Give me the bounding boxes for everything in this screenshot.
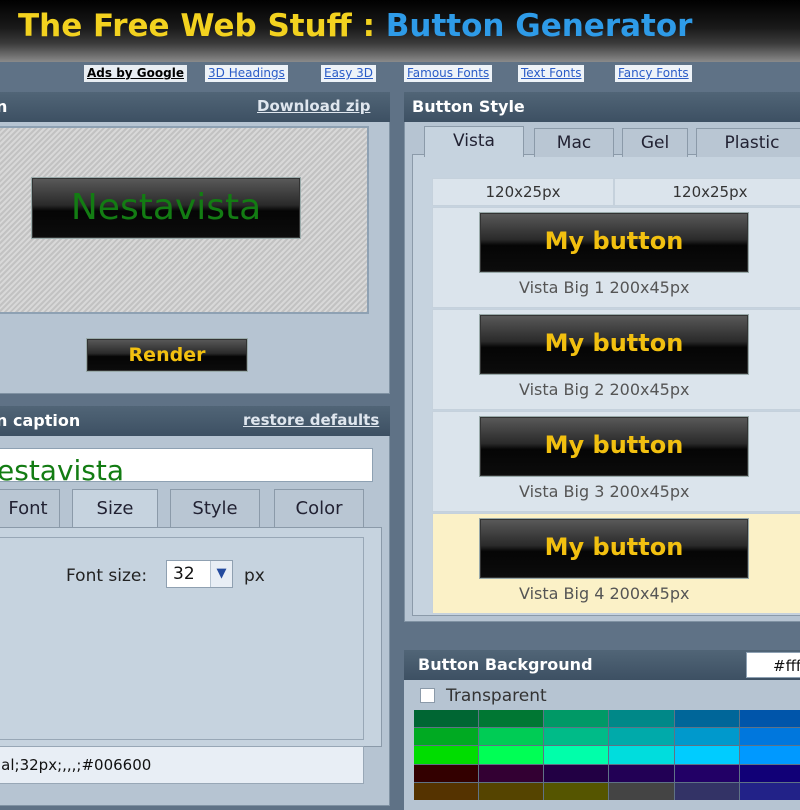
style-option-vista-big-1[interactable]: My button Vista Big 1 200x45px bbox=[432, 207, 800, 308]
tab-color[interactable]: Color bbox=[274, 489, 364, 528]
color-swatch[interactable] bbox=[414, 710, 479, 728]
color-swatch[interactable] bbox=[739, 710, 800, 728]
font-size-select[interactable]: 32 ▼ bbox=[166, 560, 233, 588]
tab-style[interactable]: Style bbox=[170, 489, 260, 528]
color-swatch[interactable] bbox=[544, 710, 609, 728]
style-option-vista-big-4[interactable]: My button Vista Big 4 200x45px bbox=[432, 513, 800, 614]
color-swatch[interactable] bbox=[414, 782, 479, 800]
button-background-header: Button Background bbox=[404, 650, 800, 680]
px-unit-label: px bbox=[244, 566, 265, 586]
tab-plastic[interactable]: Plastic bbox=[696, 128, 800, 157]
color-swatch[interactable] bbox=[479, 710, 544, 728]
sample-button: My button bbox=[479, 212, 749, 273]
site-title: The Free Web Stuff : Button Generator bbox=[18, 8, 692, 44]
ads-by-google-link[interactable]: Ads by Google bbox=[84, 65, 187, 82]
transparent-checkbox[interactable] bbox=[420, 688, 435, 703]
sample-button: My button bbox=[479, 416, 749, 477]
font-size-label: Font size: bbox=[66, 566, 148, 586]
color-swatch[interactable] bbox=[479, 728, 544, 746]
color-swatch[interactable] bbox=[609, 746, 674, 764]
color-swatch[interactable] bbox=[609, 728, 674, 746]
site-title-part2: Button Generator bbox=[385, 8, 693, 44]
style-caption: Vista Big 3 200x45px bbox=[519, 482, 690, 501]
button-style-title: Button Style bbox=[412, 97, 525, 116]
color-swatch[interactable] bbox=[479, 746, 544, 764]
color-palette bbox=[414, 710, 800, 800]
color-swatch[interactable] bbox=[674, 710, 739, 728]
restore-defaults-link[interactable]: restore defaults bbox=[243, 411, 379, 429]
sample-button: My button bbox=[479, 314, 749, 375]
color-swatch[interactable] bbox=[739, 728, 800, 746]
link-fancy-fonts[interactable]: Fancy Fonts bbox=[615, 65, 692, 82]
color-swatch[interactable] bbox=[674, 764, 739, 782]
style-caption: Vista Big 2 200x45px bbox=[519, 380, 690, 399]
download-zip-link[interactable]: Download zip bbox=[257, 97, 370, 115]
style-option-vista-big-3[interactable]: My button Vista Big 3 200x45px bbox=[432, 411, 800, 512]
preview-panel-title: n bbox=[0, 97, 8, 116]
tab-font[interactable]: Font bbox=[0, 489, 60, 528]
caption-input[interactable]: estavista bbox=[0, 448, 373, 482]
size-cell[interactable]: 120x25px bbox=[614, 178, 800, 206]
style-code-field[interactable]: ial;32px;,,,;#006600 bbox=[0, 746, 364, 784]
color-swatch[interactable] bbox=[479, 782, 544, 800]
link-bar: Ads by Google 3D Headings Easy 3D Famous… bbox=[0, 62, 800, 84]
color-swatch[interactable] bbox=[544, 728, 609, 746]
color-swatch[interactable] bbox=[609, 710, 674, 728]
tab-size[interactable]: Size bbox=[72, 489, 158, 528]
color-swatch[interactable] bbox=[739, 746, 800, 764]
tab-gel[interactable]: Gel bbox=[622, 128, 688, 157]
color-swatch[interactable] bbox=[674, 728, 739, 746]
preview-button: Nestavista bbox=[31, 177, 301, 239]
color-swatch[interactable] bbox=[414, 746, 479, 764]
color-swatch[interactable] bbox=[414, 764, 479, 782]
render-button[interactable]: Render bbox=[86, 338, 248, 372]
style-option-vista-big-2[interactable]: My button Vista Big 2 200x45px bbox=[432, 309, 800, 410]
link-famous-fonts[interactable]: Famous Fonts bbox=[404, 65, 493, 82]
color-swatch[interactable] bbox=[739, 764, 800, 782]
button-background-title: Button Background bbox=[418, 655, 593, 674]
size-cell[interactable]: 120x25px bbox=[432, 178, 614, 206]
tab-mac[interactable]: Mac bbox=[534, 128, 614, 157]
color-swatch[interactable] bbox=[544, 764, 609, 782]
link-easy-3d[interactable]: Easy 3D bbox=[321, 65, 376, 82]
link-text-fonts[interactable]: Text Fonts bbox=[518, 65, 585, 82]
chevron-down-icon[interactable]: ▼ bbox=[210, 561, 232, 587]
link-3d-headings[interactable]: 3D Headings bbox=[205, 65, 288, 82]
color-swatch[interactable] bbox=[609, 764, 674, 782]
color-swatch[interactable] bbox=[414, 728, 479, 746]
color-swatch[interactable] bbox=[674, 746, 739, 764]
background-color-input[interactable]: #fff bbox=[746, 652, 800, 678]
font-size-value: 32 bbox=[173, 564, 195, 584]
color-swatch[interactable] bbox=[544, 782, 609, 800]
transparent-label: Transparent bbox=[446, 686, 547, 706]
color-swatch[interactable] bbox=[739, 782, 800, 800]
style-caption: Vista Big 1 200x45px bbox=[519, 278, 690, 297]
style-caption: Vista Big 4 200x45px bbox=[519, 584, 690, 603]
site-title-part1: The Free Web Stuff : bbox=[18, 8, 386, 44]
button-style-header: Button Style bbox=[404, 92, 800, 122]
sample-button: My button bbox=[479, 518, 749, 579]
caption-panel-title: n caption bbox=[0, 411, 81, 430]
color-swatch[interactable] bbox=[479, 764, 544, 782]
color-swatch[interactable] bbox=[544, 746, 609, 764]
tab-vista[interactable]: Vista bbox=[424, 126, 524, 157]
color-swatch[interactable] bbox=[674, 782, 739, 800]
color-swatch[interactable] bbox=[609, 782, 674, 800]
